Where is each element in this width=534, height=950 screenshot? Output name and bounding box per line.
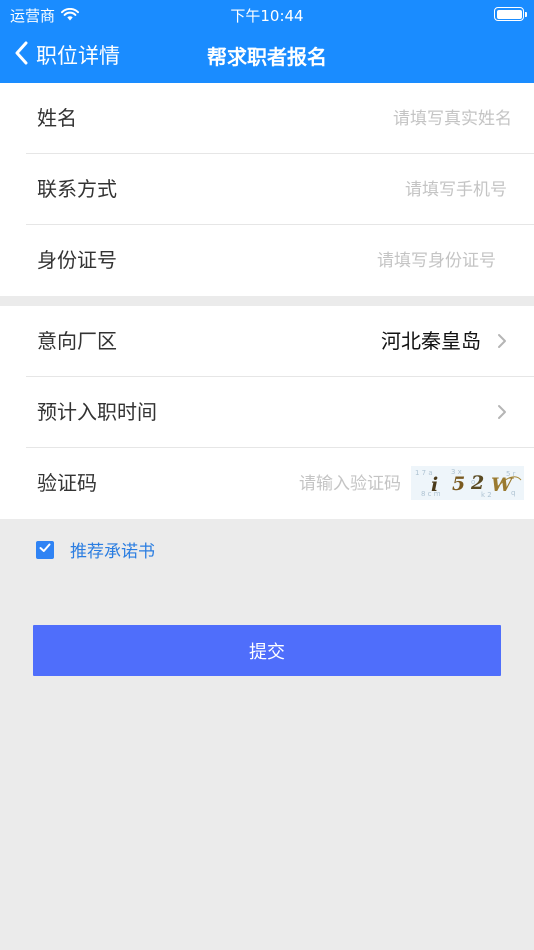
start-date-label: 预计入职时间 xyxy=(37,400,157,424)
id-number-label: 身份证号 xyxy=(37,248,117,272)
svg-text:2: 2 xyxy=(470,472,484,494)
factory-area-label: 意向厂区 xyxy=(37,329,117,353)
name-row: 姓名 xyxy=(0,83,534,154)
svg-text:i: i xyxy=(431,474,438,496)
id-number-input[interactable] xyxy=(266,243,496,279)
check-icon xyxy=(38,540,52,559)
chevron-right-icon xyxy=(497,404,507,420)
id-number-row: 身份证号 xyxy=(0,225,534,296)
captcha-label: 验证码 xyxy=(37,471,97,495)
app-header: 运营商 下午10:44 职位详情 帮求职者报名 xyxy=(0,0,534,83)
svg-text:5: 5 xyxy=(452,473,465,495)
factory-area-value: 河北秦皇岛 xyxy=(381,329,481,353)
status-time: 下午10:44 xyxy=(230,7,304,25)
start-date-row[interactable]: 预计入职时间 xyxy=(0,377,534,448)
status-bar: 运营商 下午10:44 xyxy=(0,0,534,28)
agreement-link[interactable]: 推荐承诺书 xyxy=(70,537,155,562)
agreement: 推荐承诺书 xyxy=(36,537,155,562)
name-input[interactable] xyxy=(282,101,512,137)
navigation-bar: 职位详情 帮求职者报名 xyxy=(0,28,534,83)
captcha-input[interactable] xyxy=(201,466,401,502)
svg-text:1 7 a: 1 7 a xyxy=(415,469,433,477)
page-title: 帮求职者报名 xyxy=(0,41,534,70)
phone-label: 联系方式 xyxy=(37,177,117,201)
svg-text:W: W xyxy=(491,474,514,496)
phone-row: 联系方式 xyxy=(0,154,534,225)
page-title-text: 帮求职者报名 xyxy=(207,45,327,69)
agreement-checkbox[interactable] xyxy=(36,540,54,559)
captcha-row: 验证码 1 7 a 8 c m 3 x k 2 5 r o q i 5 2 xyxy=(0,448,534,519)
captcha-image[interactable]: 1 7 a 8 c m 3 x k 2 5 r o q i 5 2 W xyxy=(411,466,524,500)
job-info-section: 意向厂区 河北秦皇岛 预计入职时间 验证码 1 7 a 8 c m 3 xyxy=(0,306,534,519)
factory-area-row[interactable]: 意向厂区 河北秦皇岛 xyxy=(0,306,534,377)
submit-button[interactable]: 提交 xyxy=(33,625,501,676)
phone-input[interactable] xyxy=(277,172,507,208)
chevron-right-icon xyxy=(497,333,507,349)
name-label: 姓名 xyxy=(37,106,77,130)
battery-icon xyxy=(494,7,527,21)
personal-info-section: 姓名 联系方式 身份证号 xyxy=(0,83,534,296)
